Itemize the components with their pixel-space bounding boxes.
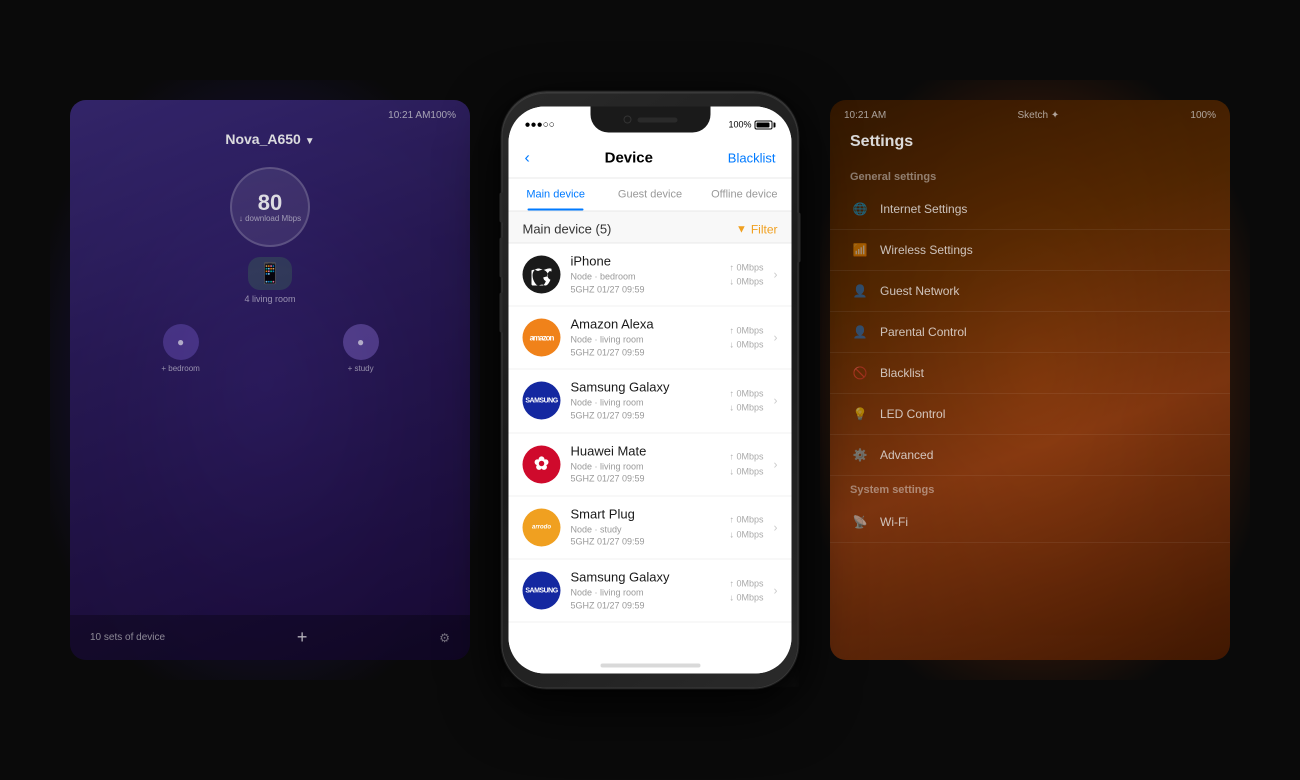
- device-avatar-alexa: amazon: [523, 319, 561, 357]
- device-meta-iphone: Node · bedroom 5GHZ 01/27 09:59: [571, 271, 720, 296]
- device-avatar-huawei: ✿: [523, 445, 561, 483]
- device-name-huawei: Huawei Mate: [571, 443, 720, 458]
- bg-internet-settings: 🌐 Internet Settings: [830, 189, 1230, 230]
- tabs-bar: Main device Guest device Offline device: [509, 179, 792, 212]
- bg-right-battery: 100%: [1190, 110, 1216, 121]
- blacklist-link[interactable]: Blacklist: [728, 151, 776, 166]
- device-info-samsung2: Samsung Galaxy Node · living room 5GHZ 0…: [571, 569, 720, 611]
- bg-left-screen: 10:21 AM 100% Nova_A650 ▼ 80 ↓ download …: [70, 100, 470, 660]
- wifi-status-icon: 100%: [728, 120, 751, 130]
- device-avatar-iphone: [523, 256, 561, 294]
- phone-mute-button: [500, 193, 503, 223]
- device-meta-smartplug: Node · study 5GHZ 01/27 09:59: [571, 523, 720, 548]
- device-name-smartplug: Smart Plug: [571, 506, 720, 521]
- phone-vol-up-button: [500, 238, 503, 278]
- device-info-iphone: iPhone Node · bedroom 5GHZ 01/27 09:59: [571, 254, 720, 296]
- device-item-smartplug[interactable]: arrodo Smart Plug Node · study 5GHZ 01/2…: [509, 496, 792, 559]
- bg-speed-value: 80: [258, 192, 282, 214]
- chevron-icon: ›: [774, 520, 778, 534]
- battery-icon: [755, 120, 776, 129]
- bg-settings-title: Settings: [830, 127, 1230, 163]
- bg-right-time: 10:21 AM: [844, 110, 886, 121]
- phone-notch: [590, 107, 710, 133]
- device-name-iphone: iPhone: [571, 254, 720, 269]
- apple-logo-icon: [532, 264, 552, 286]
- phone-speaker: [637, 117, 677, 122]
- app-header: ‹ Device Blacklist: [509, 139, 792, 179]
- device-item-samsung2[interactable]: SAMSUNG Samsung Galaxy Node · living roo…: [509, 559, 792, 622]
- back-button[interactable]: ‹: [525, 149, 530, 167]
- device-item-huawei[interactable]: ✿ Huawei Mate Node · living room 5GHZ 01…: [509, 433, 792, 496]
- bg-right-screen: 10:21 AM Sketch ✦ 100% Settings General …: [830, 100, 1230, 660]
- device-meta-samsung2: Node · living room 5GHZ 01/27 09:59: [571, 586, 720, 611]
- home-indicator: [600, 664, 700, 668]
- bg-blacklist: 🚫 Blacklist: [830, 353, 1230, 394]
- tab-main-device[interactable]: Main device: [509, 179, 603, 211]
- device-item-iphone[interactable]: iPhone Node · bedroom 5GHZ 01/27 09:59 ↑…: [509, 244, 792, 307]
- bg-nodes-area: ● + bedroom ● + study: [70, 304, 470, 393]
- device-speed-smartplug: ↑ 0Mbps ↓ 0Mbps: [729, 513, 763, 542]
- device-speed-iphone: ↑ 0Mbps ↓ 0Mbps: [729, 260, 763, 289]
- device-name-alexa: Amazon Alexa: [571, 317, 720, 332]
- device-speed-alexa: ↑ 0Mbps ↓ 0Mbps: [729, 323, 763, 352]
- device-avatar-samsung1: SAMSUNG: [523, 382, 561, 420]
- device-speed-samsung2: ↑ 0Mbps ↓ 0Mbps: [729, 576, 763, 605]
- device-info-samsung1: Samsung Galaxy Node · living room 5GHZ 0…: [571, 380, 720, 422]
- device-item-samsung1[interactable]: SAMSUNG Samsung Galaxy Node · living roo…: [509, 370, 792, 433]
- bg-speed-label: ↓ download Mbps: [239, 214, 301, 223]
- tab-offline-device[interactable]: Offline device: [697, 179, 791, 211]
- filter-icon: ▼: [736, 223, 747, 235]
- bg-node-study: ● + study: [343, 324, 379, 373]
- filter-button[interactable]: ▼ Filter: [736, 222, 778, 236]
- bg-node-label: 4 living room: [70, 294, 470, 304]
- device-meta-alexa: Node · living room 5GHZ 01/27 09:59: [571, 334, 720, 359]
- bg-advanced: ⚙️ Advanced: [830, 435, 1230, 476]
- device-info-smartplug: Smart Plug Node · study 5GHZ 01/27 09:59: [571, 506, 720, 548]
- status-time: ●●●○○: [525, 119, 555, 130]
- chevron-icon: ›: [774, 457, 778, 471]
- device-list: iPhone Node · bedroom 5GHZ 01/27 09:59 ↑…: [509, 244, 792, 674]
- bg-system-section: System settings: [830, 476, 1230, 502]
- screen-content: ●●●○○ 100% ‹ Device Blacklist: [509, 107, 792, 674]
- bg-node-bedroom: ● + bedroom: [161, 324, 199, 373]
- bg-led-control: 💡 LED Control: [830, 394, 1230, 435]
- device-info-alexa: Amazon Alexa Node · living room 5GHZ 01/…: [571, 317, 720, 359]
- bg-left-router-name: Nova_A650 ▼: [70, 127, 470, 157]
- bg-wifi-item: 📡 Wi-Fi: [830, 502, 1230, 543]
- device-info-huawei: Huawei Mate Node · living room 5GHZ 01/2…: [571, 443, 720, 485]
- status-icons: 100%: [728, 120, 775, 130]
- bg-right-app: Sketch ✦: [1017, 110, 1059, 121]
- chevron-icon: ›: [774, 584, 778, 598]
- phone-screen: ●●●○○ 100% ‹ Device Blacklist: [509, 107, 792, 674]
- bg-left-battery: 100%: [430, 110, 456, 121]
- device-list-header: Main device (5) ▼ Filter: [509, 212, 792, 244]
- bg-parental-control: 👤 Parental Control: [830, 312, 1230, 353]
- device-count: Main device (5): [523, 222, 612, 237]
- app-title: Device: [605, 150, 653, 167]
- chevron-icon: ›: [774, 268, 778, 282]
- device-item-alexa[interactable]: amazon Amazon Alexa Node · living room 5…: [509, 307, 792, 370]
- device-avatar-samsung2: SAMSUNG: [523, 572, 561, 610]
- tab-guest-device[interactable]: Guest device: [603, 179, 697, 211]
- device-speed-samsung1: ↑ 0Mbps ↓ 0Mbps: [729, 387, 763, 416]
- bg-left-bottom-bar: 10 sets of device + ⚙: [70, 615, 470, 660]
- phone-camera: [623, 116, 631, 124]
- bg-general-section: General settings: [830, 163, 1230, 189]
- device-name-samsung2: Samsung Galaxy: [571, 569, 720, 584]
- phone-vol-down-button: [500, 293, 503, 333]
- device-speed-huawei: ↑ 0Mbps ↓ 0Mbps: [729, 450, 763, 479]
- device-name-samsung1: Samsung Galaxy: [571, 380, 720, 395]
- chevron-icon: ›: [774, 331, 778, 345]
- device-avatar-smartplug: arrodo: [523, 508, 561, 546]
- phone-frame: ●●●○○ 100% ‹ Device Blacklist: [503, 93, 798, 688]
- device-meta-samsung1: Node · living room 5GHZ 01/27 09:59: [571, 397, 720, 422]
- bg-guest-network: 👤 Guest Network: [830, 271, 1230, 312]
- phone-power-button: [798, 213, 801, 263]
- device-meta-huawei: Node · living room 5GHZ 01/27 09:59: [571, 460, 720, 485]
- chevron-icon: ›: [774, 394, 778, 408]
- bg-speed-circle: 80 ↓ download Mbps: [230, 167, 310, 247]
- bg-left-time: 10:21 AM: [388, 110, 430, 121]
- bg-wireless-settings: 📶 Wireless Settings: [830, 230, 1230, 271]
